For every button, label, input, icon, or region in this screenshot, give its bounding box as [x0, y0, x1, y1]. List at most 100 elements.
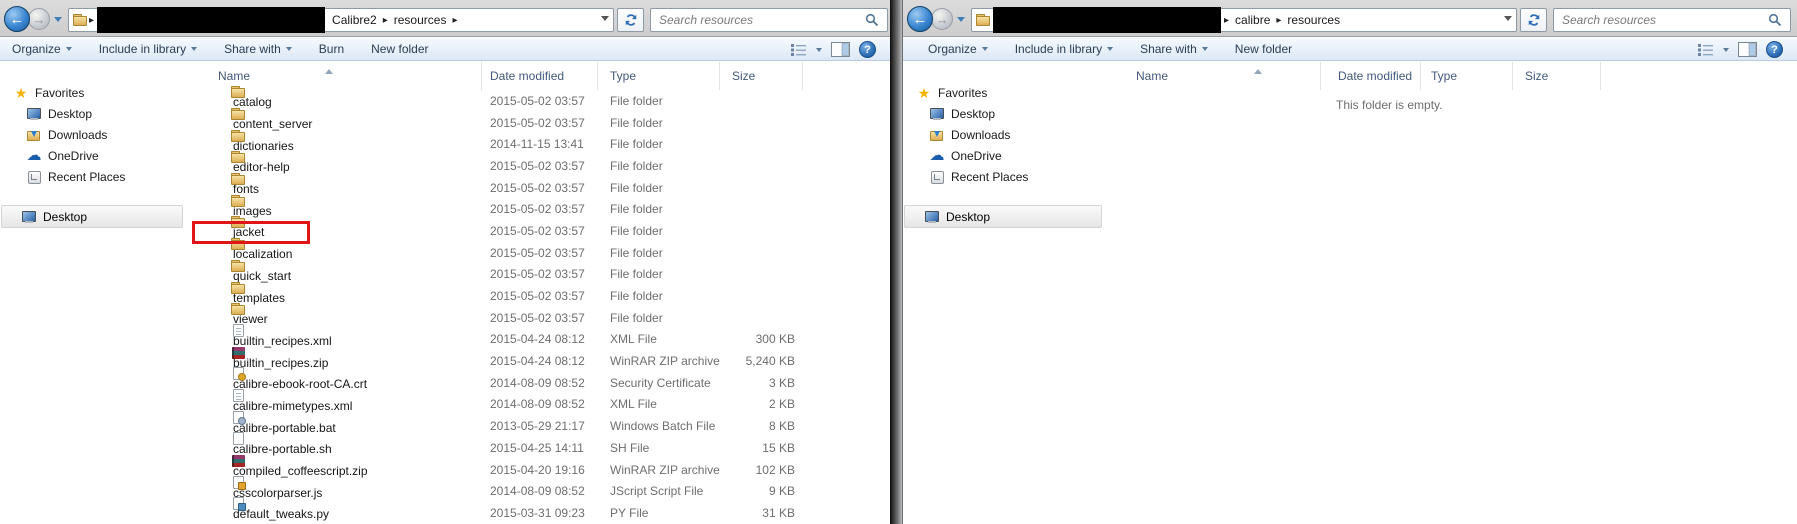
- help-icon[interactable]: ?: [859, 41, 876, 58]
- organize-button[interactable]: Organize: [12, 42, 72, 56]
- file-row-images[interactable]: images 2015-05-02 03:57 File folder: [185, 194, 890, 220]
- back-button[interactable]: ←: [907, 6, 933, 32]
- file-name: builtin_recipes.xml: [233, 333, 332, 348]
- preview-pane-icon[interactable]: [1738, 42, 1757, 57]
- tree-item-desktop[interactable]: Desktop: [904, 205, 1102, 228]
- file-row-compiled_coffeescript.zip[interactable]: compiled_coffeescript.zip 2015-04-20 19:1…: [185, 455, 890, 481]
- search-box[interactable]: Search resources: [1553, 8, 1791, 32]
- new-folder-button[interactable]: New folder: [1235, 42, 1292, 56]
- breadcrumb-item-resources[interactable]: resources: [389, 13, 452, 27]
- command-bar: Organize Include in library Share with B…: [0, 38, 890, 61]
- file-name: default_tweaks.py: [233, 507, 330, 522]
- sidebar-group-favorites[interactable]: ★ Favorites: [903, 82, 1104, 103]
- column-header-size[interactable]: Size: [720, 62, 803, 90]
- chevron-down-icon: [1201, 47, 1208, 54]
- forward-button[interactable]: →: [931, 8, 953, 30]
- help-icon[interactable]: ?: [1766, 41, 1783, 58]
- views-dropdown-icon[interactable]: [816, 47, 822, 55]
- recent-pages-dropdown-icon[interactable]: [957, 17, 965, 26]
- back-button[interactable]: ←: [4, 6, 30, 32]
- burn-button[interactable]: Burn: [319, 42, 344, 56]
- refresh-button[interactable]: [1520, 8, 1547, 32]
- search-box[interactable]: Search resources: [650, 8, 888, 32]
- column-header-date-modified[interactable]: Date modified: [482, 62, 598, 90]
- sidebar-item-desktop[interactable]: Desktop: [0, 103, 185, 124]
- file-size: 2 KB: [768, 397, 795, 412]
- sidebar-group-favorites[interactable]: ★ Favorites: [0, 82, 185, 103]
- back-arrow-icon: ←: [912, 10, 928, 28]
- file-row-catalog[interactable]: catalog 2015-05-02 03:57 File folder: [185, 86, 890, 112]
- include-in-library-button[interactable]: Include in library: [1015, 42, 1114, 56]
- sidebar-item-desktop[interactable]: Desktop: [903, 103, 1104, 124]
- sidebar-item-label: Recent Places: [951, 169, 1029, 184]
- file-type: SH File: [610, 440, 650, 455]
- file-list-pane: Name Date modified Type Size This folder…: [1104, 62, 1797, 524]
- new-folder-button[interactable]: New folder: [371, 42, 428, 56]
- file-row-calibre-portable.sh[interactable]: calibre-portable.sh 2015-04-25 14:11 SH Fi…: [185, 432, 890, 459]
- views-icon[interactable]: [1697, 43, 1714, 56]
- file-type: WinRAR ZIP archive: [610, 462, 720, 477]
- share-with-button[interactable]: Share with: [224, 42, 292, 56]
- sidebar-item-label: OneDrive: [951, 148, 1002, 163]
- file-list-pane: Name Date modified Type Size catalog 2015…: [185, 62, 890, 524]
- date-modified: 2015-05-02 03:57: [490, 158, 585, 173]
- address-dropdown-icon[interactable]: [601, 15, 609, 25]
- breadcrumb-separator-icon: ▸: [382, 14, 388, 26]
- organize-button[interactable]: Organize: [928, 42, 988, 56]
- file-row-csscolorparser.js[interactable]: csscolorparser.js 2014-08-09 08:52 JScript…: [185, 475, 890, 502]
- date-modified: 2015-04-25 14:11: [490, 440, 584, 455]
- address-bar[interactable]: ▸ calibre ▸ resources: [971, 7, 1517, 33]
- breadcrumb-item-calibre[interactable]: calibre: [1230, 13, 1275, 27]
- include-in-library-button[interactable]: Include in library: [99, 42, 198, 56]
- forward-button[interactable]: →: [28, 8, 50, 30]
- sidebar-item-recent-places[interactable]: Recent Places: [0, 166, 185, 187]
- share-with-button[interactable]: Share with: [1140, 42, 1208, 56]
- preview-pane-icon[interactable]: [831, 42, 850, 57]
- file-row-viewer[interactable]: viewer 2015-05-02 03:57 File folder: [185, 303, 890, 329]
- date-modified: 2015-03-31 09:23: [490, 505, 585, 520]
- sidebar-item-downloads[interactable]: Downloads: [903, 124, 1104, 145]
- address-bar[interactable]: ▸ Calibre2 ▸ resources ▸: [68, 7, 614, 33]
- sidebar-item-downloads[interactable]: Downloads: [0, 124, 185, 145]
- file-row-editor-help[interactable]: editor-help 2015-05-02 03:57 File folder: [185, 151, 890, 177]
- column-header-size[interactable]: Size: [1513, 62, 1601, 90]
- file-row-default_tweaks.py[interactable]: default_tweaks.py 2015-03-31 09:23 PY File…: [185, 497, 890, 524]
- recent-icon: [26, 169, 42, 185]
- breadcrumb-separator-icon[interactable]: ▸: [451, 15, 458, 26]
- file-row-builtin_recipes.zip[interactable]: builtin_recipes.zip 2015-04-24 08:12 WinRA…: [185, 346, 890, 372]
- navigation-bar: ← → ▸ calibre ▸ resources Search resourc…: [903, 0, 1797, 37]
- address-dropdown-icon[interactable]: [1504, 15, 1512, 25]
- column-header-name[interactable]: Name: [185, 62, 482, 90]
- breadcrumb-item-calibre2[interactable]: Calibre2: [327, 13, 382, 27]
- date-modified: 2013-05-29 21:17: [490, 419, 585, 434]
- file-row-localization[interactable]: localization 2015-05-02 03:57 File folder: [185, 238, 890, 264]
- file-row-jacket[interactable]: jacket 2015-05-02 03:57 File folder: [185, 216, 890, 245]
- sidebar-group-label: Favorites: [35, 85, 85, 100]
- breadcrumb-item-resources[interactable]: resources: [1282, 13, 1345, 27]
- column-header-type[interactable]: Type: [598, 62, 720, 90]
- date-modified: 2015-05-02 03:57: [490, 267, 585, 282]
- column-header-type[interactable]: Type: [1421, 62, 1513, 90]
- explorer-window-calibre: ← → ▸ calibre ▸ resources Search resourc…: [902, 0, 1797, 524]
- sidebar-item-onedrive[interactable]: ☁ OneDrive: [903, 145, 1104, 166]
- recent-pages-dropdown-icon[interactable]: [54, 17, 62, 26]
- sidebar-item-recent-places[interactable]: Recent Places: [903, 166, 1104, 187]
- file-row-dictionaries[interactable]: dictionaries 2014-11-15 13:41 File folder: [185, 129, 890, 155]
- file-row-content_server[interactable]: content_server 2015-05-02 03:57 File folde…: [185, 108, 890, 134]
- desktop-icon: [924, 209, 940, 225]
- file-type: File folder: [610, 115, 663, 130]
- column-header-name[interactable]: Name: [1104, 62, 1321, 90]
- refresh-button[interactable]: [617, 8, 644, 32]
- file-row-builtin_recipes.xml[interactable]: builtin_recipes.xml 2015-04-24 08:12 XML F…: [185, 323, 890, 351]
- column-header-date-modified[interactable]: Date modified: [1321, 62, 1421, 90]
- file-row-calibre-ebook-root-CA.crt[interactable]: calibre-ebook-root-CA.crt 2014-08-09 08:5…: [185, 367, 890, 394]
- views-dropdown-icon[interactable]: [1723, 47, 1729, 55]
- file-row-templates[interactable]: templates 2015-05-02 03:57 File folder: [185, 281, 890, 307]
- file-row-quick_start[interactable]: quick_start 2015-05-02 03:57 File folder: [185, 259, 890, 286]
- file-row-calibre-portable.bat[interactable]: calibre-portable.bat 2013-05-29 21:17 Wind…: [185, 410, 890, 437]
- views-icon[interactable]: [790, 43, 807, 56]
- file-row-calibre-mimetypes.xml[interactable]: calibre-mimetypes.xml 2014-08-09 08:52 XML…: [185, 388, 890, 416]
- sidebar-item-onedrive[interactable]: ☁ OneDrive: [0, 145, 185, 166]
- file-row-fonts[interactable]: fonts 2015-05-02 03:57 File folder: [185, 173, 890, 199]
- tree-item-desktop[interactable]: Desktop: [1, 205, 183, 228]
